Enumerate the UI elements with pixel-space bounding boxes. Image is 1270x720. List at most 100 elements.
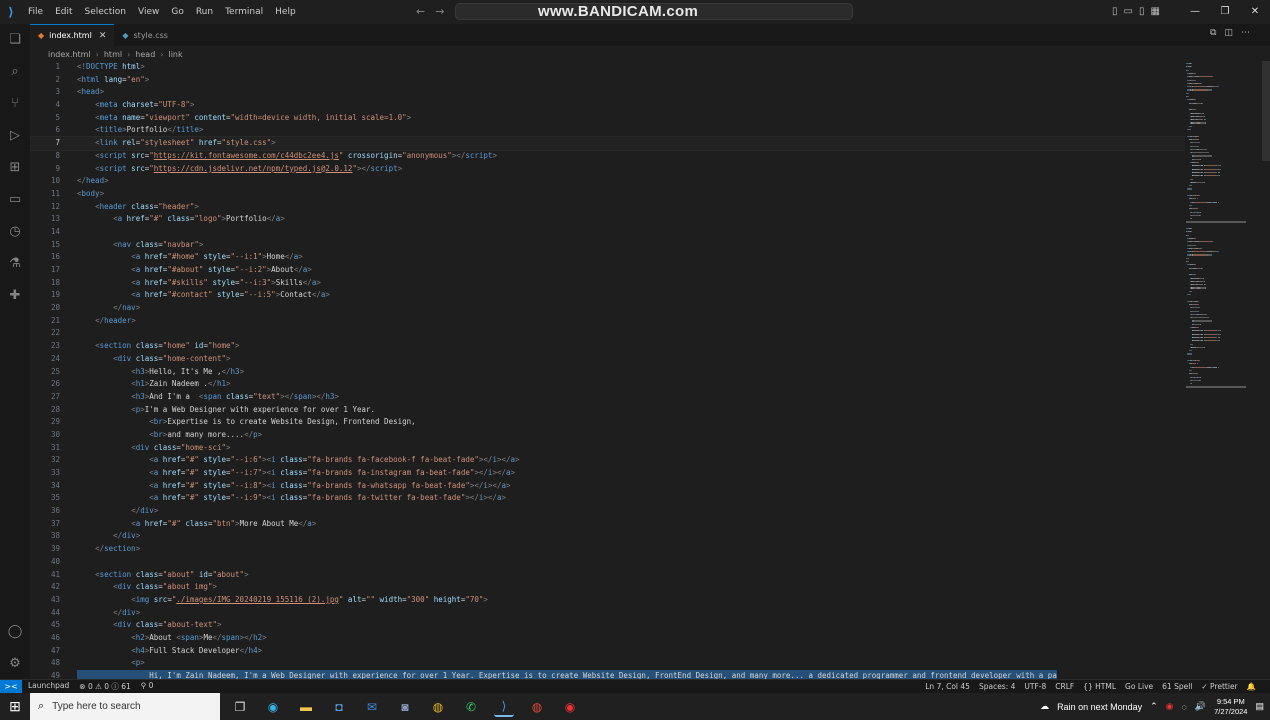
explorer-icon[interactable]: ❏ (6, 30, 24, 48)
launchpad-item[interactable]: Launchpad (28, 681, 69, 692)
cursor-position[interactable]: Ln 7, Col 45 (925, 682, 970, 691)
store-icon[interactable]: ◘ (329, 697, 349, 717)
account-icon[interactable]: ◯ (6, 622, 24, 640)
code-line[interactable]: 1 <!DOCTYPE html> (30, 61, 1185, 74)
source-control-icon[interactable]: ⑂ (6, 94, 24, 112)
more-actions-icon[interactable]: ⋯ (1241, 28, 1250, 38)
network-icon[interactable]: ◌ (1182, 702, 1187, 712)
testing-icon[interactable]: ⚗ (6, 254, 24, 272)
code-line[interactable]: 4 <meta charset="UTF-8"> (30, 99, 1185, 112)
line-number[interactable]: 26 (30, 378, 60, 391)
menu-terminal[interactable]: Terminal (219, 0, 269, 24)
line-number[interactable]: 10 (30, 175, 60, 188)
menu-edit[interactable]: Edit (49, 0, 78, 24)
mail-icon[interactable]: ✉ (362, 697, 382, 717)
menu-file[interactable]: File (22, 0, 49, 24)
encoding[interactable]: UTF-8 (1024, 682, 1046, 691)
code-line[interactable]: 17 <a href="#about" style="--i:2">About<… (30, 264, 1185, 277)
code-line[interactable]: 18 <a href="#skills" style="--i:3">Skill… (30, 277, 1185, 290)
code-line[interactable]: 25 <h3>Hello, It's Me ,</h3> (30, 366, 1185, 379)
line-ending[interactable]: CRLF (1055, 682, 1074, 691)
breadcrumb-file[interactable]: index.html (48, 50, 91, 59)
code-line[interactable]: 30 <br>and many more....</p> (30, 429, 1185, 442)
code-line[interactable]: 11 <body> (30, 188, 1185, 201)
editor-scrollbar[interactable] (1262, 61, 1270, 161)
line-number[interactable]: 46 (30, 632, 60, 645)
code-line[interactable]: 49 Hi, I'm Zain Nadeem, I'm a Web Design… (30, 670, 1185, 679)
chevron-up-icon[interactable]: ⌃ (1150, 701, 1158, 712)
line-number[interactable]: 42 (30, 581, 60, 594)
chrome-icon[interactable]: ◍ (428, 697, 448, 717)
code-line[interactable]: 19 <a href="#contact" style="--i:5">Cont… (30, 289, 1185, 302)
notifications-bell-icon[interactable]: 🔔 (1247, 682, 1256, 691)
line-number[interactable]: 8 (30, 150, 60, 163)
notification-center-icon[interactable]: ▤ (1255, 701, 1264, 712)
code-line[interactable]: 31 <div class="home-sci"> (30, 442, 1185, 455)
go-live-button[interactable]: Go Live (1125, 682, 1153, 691)
line-number[interactable]: 12 (30, 201, 60, 214)
code-line[interactable]: 44 </div> (30, 607, 1185, 620)
line-number[interactable]: 29 (30, 416, 60, 429)
line-number[interactable]: 47 (30, 645, 60, 658)
extensions-icon[interactable]: ⊞ (6, 158, 24, 176)
code-line[interactable]: 14 (30, 226, 1185, 239)
code-line[interactable]: 12 <header class="header"> (30, 201, 1185, 214)
code-line[interactable]: 33 <a href="#" style="--i:7"><i class="f… (30, 467, 1185, 480)
line-number[interactable]: 9 (30, 163, 60, 176)
line-number[interactable]: 5 (30, 112, 60, 125)
line-number[interactable]: 25 (30, 366, 60, 379)
whatsapp-icon[interactable]: ✆ (461, 697, 481, 717)
line-number[interactable]: 11 (30, 188, 60, 201)
code-line[interactable]: 29 <br>Expertise is to create Website De… (30, 416, 1185, 429)
code-line[interactable]: 47 <h4>Full Stack Developer</h4> (30, 645, 1185, 658)
line-number[interactable]: 19 (30, 289, 60, 302)
code-line[interactable]: 20 </nav> (30, 302, 1185, 315)
line-number[interactable]: 2 (30, 74, 60, 87)
line-number[interactable]: 41 (30, 569, 60, 582)
minimize-icon[interactable]: — (1180, 0, 1210, 24)
toggle-panel-icon[interactable]: ▭ (1124, 0, 1133, 24)
line-number[interactable]: 38 (30, 530, 60, 543)
menu-run[interactable]: Run (190, 0, 219, 24)
line-number[interactable]: 36 (30, 505, 60, 518)
code-line[interactable]: 6 <title>Portfolio</title> (30, 124, 1185, 137)
vscode-logo-icon[interactable]: ⟩ (0, 0, 22, 24)
line-number[interactable]: 40 (30, 556, 60, 569)
windows-start-icon[interactable]: ⊞ (0, 693, 30, 720)
language-mode[interactable]: {} HTML (1083, 682, 1116, 691)
bandicam-record-icon[interactable]: ◉ (560, 697, 580, 717)
line-number[interactable]: 6 (30, 124, 60, 137)
code-line[interactable]: 36 </div> (30, 505, 1185, 518)
code-line[interactable]: 34 <a href="#" style="--i:8"><i class="f… (30, 480, 1185, 493)
code-line[interactable]: 39 </section> (30, 543, 1185, 556)
menu-view[interactable]: View (132, 0, 165, 24)
code-line[interactable]: 28 <p>I'm a Web Designer with experience… (30, 404, 1185, 417)
toggle-secondary-sidebar-icon[interactable]: ▯ (1139, 0, 1145, 24)
split-editor-icon[interactable]: ◫ (1224, 28, 1233, 38)
line-number[interactable]: 28 (30, 404, 60, 417)
code-line[interactable]: 10 </head> (30, 175, 1185, 188)
code-line[interactable]: 7 <link rel="stylesheet" href="style.css… (30, 136, 1185, 151)
remote-indicator[interactable]: >< (0, 679, 22, 694)
toggle-sidebar-icon[interactable]: ▯ (1112, 0, 1118, 24)
line-number[interactable]: 31 (30, 442, 60, 455)
line-number[interactable]: 21 (30, 315, 60, 328)
line-number[interactable]: 1 (30, 61, 60, 74)
breadcrumb-head[interactable]: head (135, 50, 155, 59)
close-icon[interactable]: ✕ (99, 31, 107, 41)
code-line[interactable]: 32 <a href="#" style="--i:6"><i class="f… (30, 454, 1185, 467)
line-number[interactable]: 49 (30, 670, 60, 679)
line-number[interactable]: 14 (30, 226, 60, 239)
line-number[interactable]: 37 (30, 518, 60, 531)
search-icon[interactable]: ⌕ (6, 62, 24, 80)
line-number[interactable]: 20 (30, 302, 60, 315)
edge-browser-icon[interactable]: ◉ (263, 697, 283, 717)
open-preview-icon[interactable]: ⧉ (1210, 28, 1216, 38)
taskbar-search-input[interactable]: ⌕ Type here to search (30, 693, 220, 720)
code-line[interactable]: 15 <nav class="navbar"> (30, 239, 1185, 252)
code-line[interactable]: 23 <section class="home" id="home"> (30, 340, 1185, 353)
ports-item[interactable]: ⚲ 0 (141, 681, 154, 692)
code-line[interactable]: 8 <script src="https://kit.fontawesome.c… (30, 150, 1185, 163)
tray-app-icon[interactable]: ◉ (1166, 701, 1174, 712)
line-number[interactable]: 32 (30, 454, 60, 467)
